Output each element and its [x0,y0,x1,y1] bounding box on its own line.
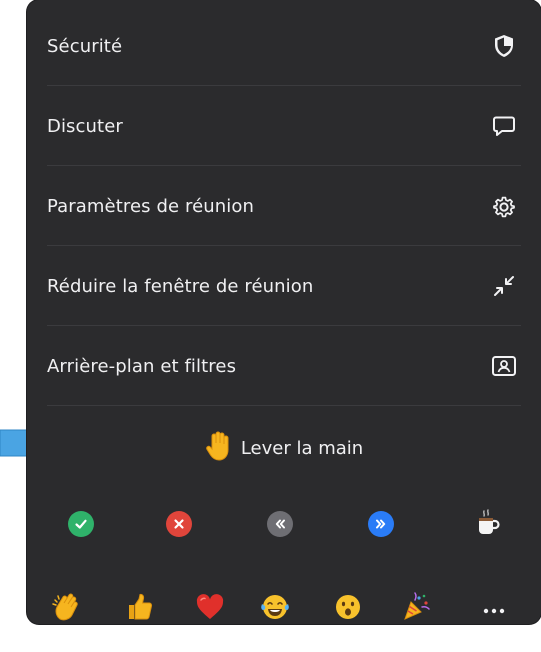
thumbs-up-icon [125,592,155,626]
coffee-button[interactable] [468,504,508,544]
menu-item-meeting-settings-label: Paramètres de réunion [47,195,254,217]
clapping-hands-icon [52,592,82,626]
portrait-icon [489,351,519,381]
no-button[interactable] [159,504,199,544]
faster-button[interactable] [361,504,401,544]
chat-icon [489,111,519,141]
reaction-party[interactable] [396,589,436,629]
no-icon [166,511,192,537]
feedback-row [27,500,541,548]
raised-hand-icon [205,430,235,466]
more-reactions-button[interactable] [474,589,514,629]
shield-icon [489,31,519,61]
menu-item-security-label: Sécurité [47,35,123,57]
screen: Sécurité Discuter Paramètres de réunion [0,0,541,652]
yes-button[interactable] [61,504,101,544]
menu-item-background-filters[interactable]: Arrière-plan et filtres [27,326,541,406]
menu-item-security[interactable]: Sécurité [27,6,541,86]
menu-item-minimize-window-label: Réduire la fenêtre de réunion [47,275,314,297]
raise-hand-button[interactable]: Lever la main [27,426,541,470]
party-popper-icon [401,592,431,626]
menu-item-chat-label: Discuter [47,115,123,137]
gear-icon [489,191,519,221]
slower-button[interactable] [260,504,300,544]
surprised-face-icon [333,592,363,626]
menu-item-minimize-window[interactable]: Réduire la fenêtre de réunion [27,246,541,326]
reaction-surprised[interactable] [328,589,368,629]
minimize-icon [489,271,519,301]
heart-icon [195,593,225,625]
menu-item-meeting-settings[interactable]: Paramètres de réunion [27,166,541,246]
more-menu-panel: Sécurité Discuter Paramètres de réunion [27,0,541,624]
reaction-tears-of-joy[interactable] [255,589,295,629]
tears-of-joy-icon [259,592,291,626]
coffee-cup-icon [475,507,501,541]
raise-hand-label: Lever la main [240,437,364,459]
reactions-row [27,585,541,633]
menu-item-chat[interactable]: Discuter [27,86,541,166]
reaction-clap[interactable] [47,589,87,629]
more-icon [482,600,506,619]
slower-icon [267,511,293,537]
yes-icon [68,511,94,537]
reaction-heart[interactable] [190,589,230,629]
faster-icon [368,511,394,537]
menu-item-background-filters-label: Arrière-plan et filtres [47,355,237,377]
reaction-thumbs-up[interactable] [120,589,160,629]
